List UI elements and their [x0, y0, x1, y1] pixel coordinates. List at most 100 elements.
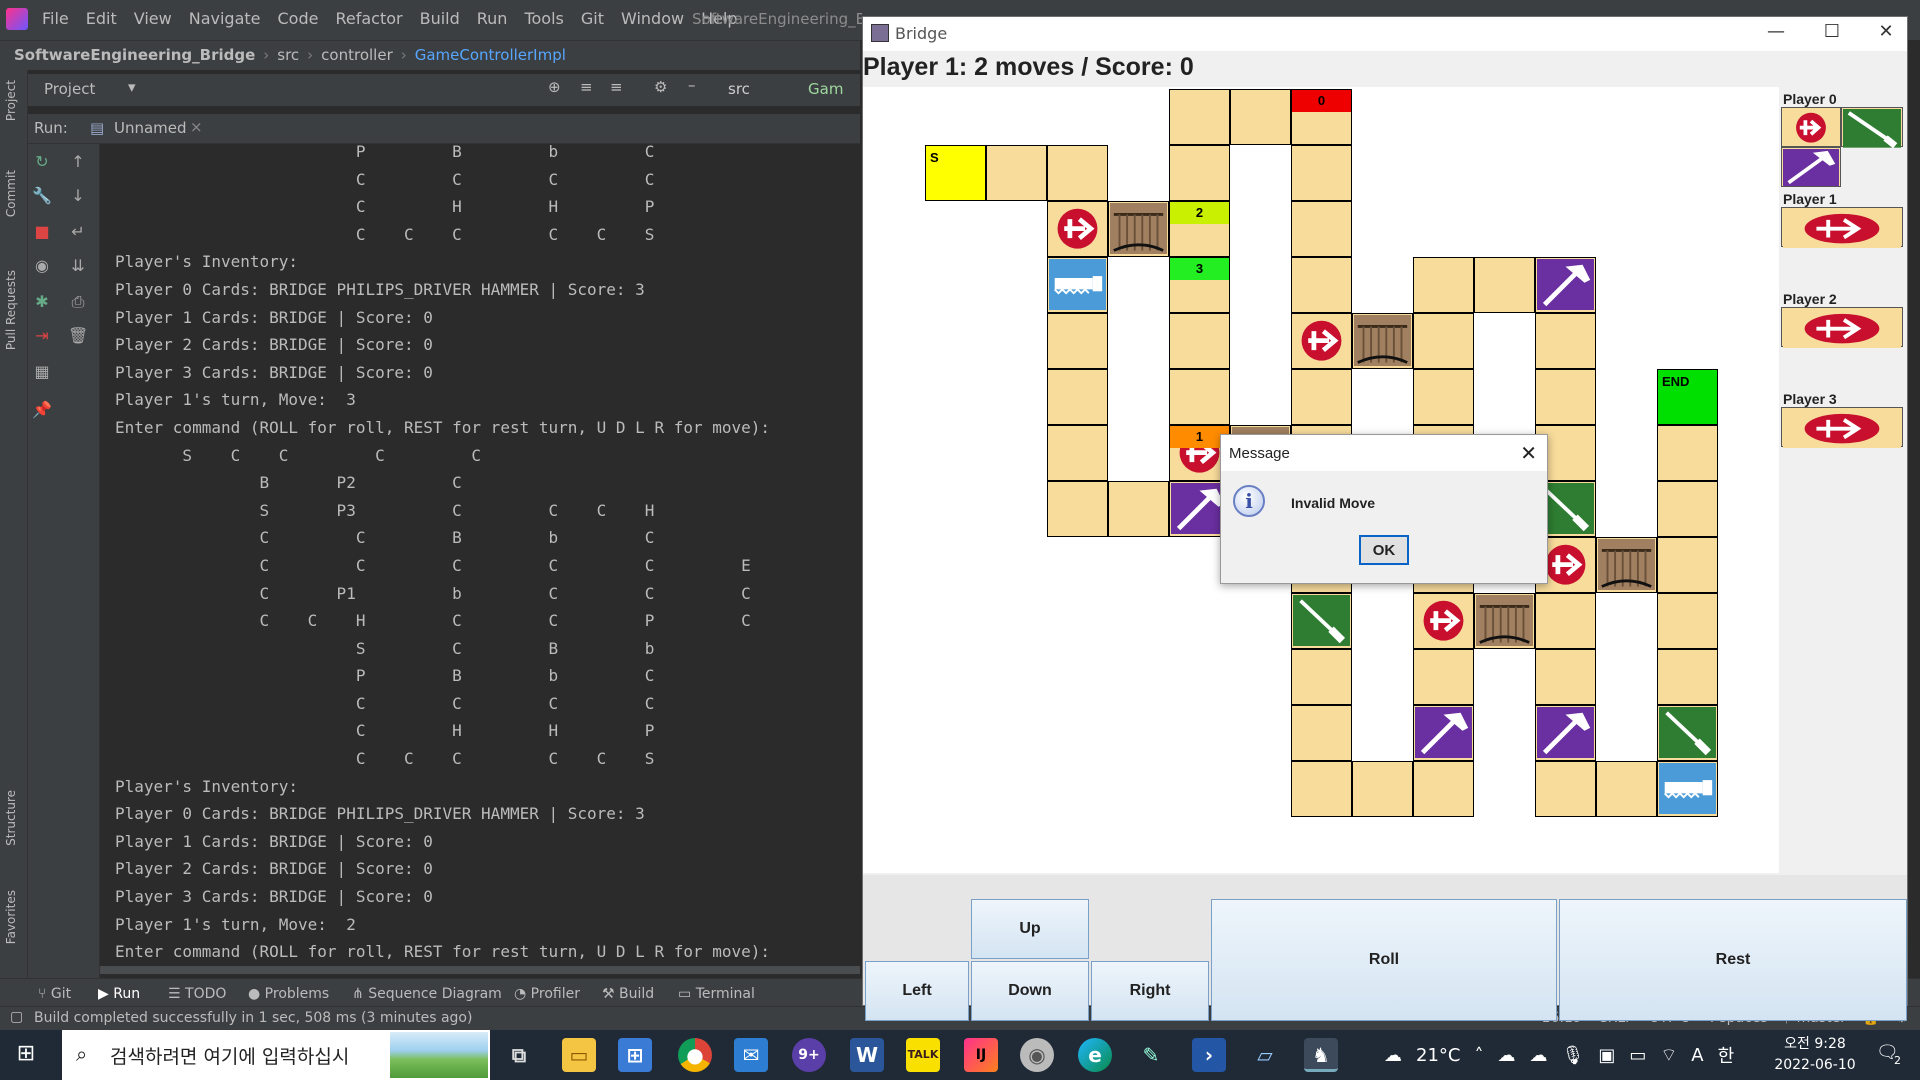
menu-run[interactable]: Run: [477, 9, 508, 28]
edge-icon[interactable]: e: [1078, 1038, 1112, 1072]
notepad-icon[interactable]: ▱: [1248, 1038, 1282, 1072]
up-button[interactable]: Up: [971, 899, 1089, 959]
tab-project-vertical[interactable]: Project: [4, 80, 18, 121]
tab-game[interactable]: Gam: [808, 80, 843, 98]
weather-temp[interactable]: 21°C: [1416, 1045, 1460, 1066]
minimize-icon[interactable]: —: [1753, 21, 1799, 47]
display-icon[interactable]: ▣: [1598, 1045, 1615, 1066]
stop-icon[interactable]: ■: [32, 222, 52, 242]
menu-code[interactable]: Code: [278, 9, 319, 28]
messenger-icon[interactable]: 9+: [792, 1038, 826, 1072]
kakaotalk-icon[interactable]: TALK: [906, 1038, 940, 1072]
chevron-up-icon[interactable]: ˄: [1474, 1045, 1483, 1066]
expand-all-icon[interactable]: ≡: [580, 78, 593, 96]
right-button[interactable]: Right: [1091, 961, 1209, 1021]
breadcrumb-controller[interactable]: controller: [321, 46, 393, 64]
battery-icon[interactable]: ▭: [1629, 1045, 1646, 1066]
weather-cloud-icon[interactable]: ☁: [1384, 1045, 1402, 1066]
onedrive-icon[interactable]: ☁: [1497, 1045, 1515, 1066]
breadcrumb-class[interactable]: GameControllerImpl: [415, 46, 566, 64]
collapse-all-icon[interactable]: ≡: [610, 78, 623, 96]
bridge-card-icon: [1783, 209, 1901, 249]
tab-structure-vertical[interactable]: Structure: [4, 790, 18, 846]
store-icon[interactable]: ⊞: [618, 1038, 652, 1072]
board-cell: [1047, 425, 1108, 481]
console-output[interactable]: P B b C C C C C C H H P C C C C C S Play…: [100, 144, 860, 966]
menu-tools[interactable]: Tools: [524, 9, 563, 28]
menu-build[interactable]: Build: [420, 9, 460, 28]
arrow-up-icon[interactable]: ↑: [68, 152, 88, 172]
tab-build[interactable]: ⚒ Build: [602, 986, 654, 1002]
print-icon[interactable]: ⎙: [68, 292, 88, 312]
run-config-tab[interactable]: Unnamed: [114, 119, 187, 137]
tab-run[interactable]: ▶ Run: [98, 986, 140, 1002]
word-icon[interactable]: W: [850, 1038, 884, 1072]
tab-favorites-vertical[interactable]: Favorites: [4, 890, 18, 944]
arrow-down-icon[interactable]: ↓: [68, 186, 88, 206]
menu-edit[interactable]: Edit: [86, 9, 117, 28]
menu-refactor[interactable]: Refactor: [335, 9, 402, 28]
tab-git[interactable]: ⑂ Git: [38, 986, 71, 1002]
camera-icon[interactable]: ◉: [32, 256, 52, 276]
menu-window[interactable]: Window: [621, 9, 684, 28]
menu-navigate[interactable]: Navigate: [189, 9, 261, 28]
tab-src[interactable]: src: [728, 80, 750, 98]
exit-icon[interactable]: ⇥: [32, 326, 52, 346]
cloud-alert-icon[interactable]: ☁: [1529, 1045, 1547, 1066]
debug-icon[interactable]: ✱: [32, 292, 52, 312]
wifi-icon[interactable]: ⌔: [1660, 1044, 1677, 1067]
tab-profiler[interactable]: ◔ Profiler: [514, 986, 580, 1002]
tab-sequence-diagram[interactable]: ⋔ Sequence Diagram: [352, 986, 502, 1002]
minimize-icon[interactable]: –: [688, 76, 696, 94]
close-icon[interactable]: ×: [190, 118, 203, 136]
intellij-icon[interactable]: IJ: [964, 1038, 998, 1072]
wrench-icon[interactable]: 🔧: [32, 186, 52, 206]
ok-button[interactable]: OK: [1359, 535, 1409, 565]
breadcrumb-project[interactable]: SoftwareEngineering_Bridge: [14, 46, 255, 64]
horizontal-scrollbar[interactable]: [100, 966, 860, 974]
menu-file[interactable]: File: [42, 9, 69, 28]
maximize-icon[interactable]: ☐: [1809, 21, 1855, 47]
project-dropdown[interactable]: Project: [44, 80, 95, 98]
disc-icon[interactable]: ◉: [1020, 1038, 1054, 1072]
chrome-icon[interactable]: ●: [678, 1038, 712, 1072]
font-icon[interactable]: A: [1691, 1045, 1703, 1066]
microphone-icon[interactable]: 🎙: [1561, 1045, 1584, 1066]
board-cell: [1657, 705, 1718, 761]
paint-icon[interactable]: ✎: [1134, 1038, 1168, 1072]
gear-icon[interactable]: ⚙: [654, 78, 667, 96]
mail-icon[interactable]: ✉: [734, 1038, 768, 1072]
layout-icon[interactable]: ▦: [32, 362, 52, 382]
scroll-to-end-icon[interactable]: ⇊: [68, 256, 88, 276]
taskbar-clock[interactable]: 오전 9:28 2022-06-10: [1770, 1034, 1860, 1076]
roll-button[interactable]: Roll: [1211, 899, 1557, 1021]
menu-view[interactable]: View: [134, 9, 172, 28]
breadcrumb-src[interactable]: src: [277, 46, 299, 64]
task-view-icon[interactable]: ⧉: [502, 1038, 536, 1072]
trash-icon[interactable]: 🗑: [68, 326, 88, 346]
taskbar-search[interactable]: ⌕ 검색하려면 여기에 입력하십시: [62, 1030, 490, 1080]
rest-button[interactable]: Rest: [1559, 899, 1907, 1021]
ime-indicator[interactable]: 한: [1718, 1042, 1735, 1068]
menu-git[interactable]: Git: [581, 9, 604, 28]
tab-pull-requests-vertical[interactable]: Pull Requests: [4, 270, 18, 350]
down-button[interactable]: Down: [971, 961, 1089, 1021]
rerun-icon[interactable]: ↻: [32, 152, 52, 172]
tab-terminal[interactable]: ▭ Terminal: [678, 986, 755, 1002]
close-icon[interactable]: ✕: [1863, 21, 1909, 47]
pin-icon[interactable]: 📌: [32, 400, 52, 420]
profiler-icon: ◔: [514, 986, 531, 1002]
soft-wrap-icon[interactable]: ↵: [68, 222, 88, 242]
status-message[interactable]: Build completed successfully in 1 sec, 5…: [34, 1010, 472, 1026]
tab-todo[interactable]: ☰ TODO: [168, 986, 226, 1002]
windows-start-icon[interactable]: ⊞: [14, 1042, 38, 1066]
chevron-down-icon[interactable]: ▾: [128, 78, 136, 96]
file-explorer-icon[interactable]: ▭: [562, 1038, 596, 1072]
locate-icon[interactable]: ⊕: [548, 78, 561, 96]
java-app-taskbar-icon[interactable]: ♞: [1304, 1038, 1338, 1072]
powershell-icon[interactable]: ›: [1192, 1038, 1226, 1072]
tab-problems[interactable]: ● Problems: [248, 986, 329, 1002]
tab-commit-vertical[interactable]: Commit: [4, 170, 18, 217]
left-button[interactable]: Left: [865, 961, 969, 1021]
close-icon[interactable]: ✕: [1520, 441, 1537, 466]
